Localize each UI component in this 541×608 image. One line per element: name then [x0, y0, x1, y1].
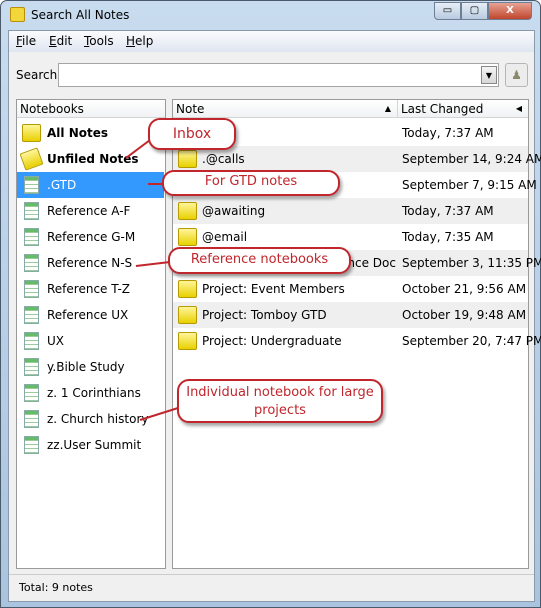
reference-pointer [135, 261, 171, 267]
reference-callout: Reference notebooks [168, 247, 351, 274]
inbox-pointer [125, 139, 151, 159]
annotation-lines [125, 139, 179, 421]
projects-pointer [139, 407, 179, 421]
inbox-callout: Inbox [148, 118, 236, 150]
gtd-callout: For GTD notes [162, 170, 340, 196]
projects-callout: Individual notebook for large projects [177, 379, 383, 423]
